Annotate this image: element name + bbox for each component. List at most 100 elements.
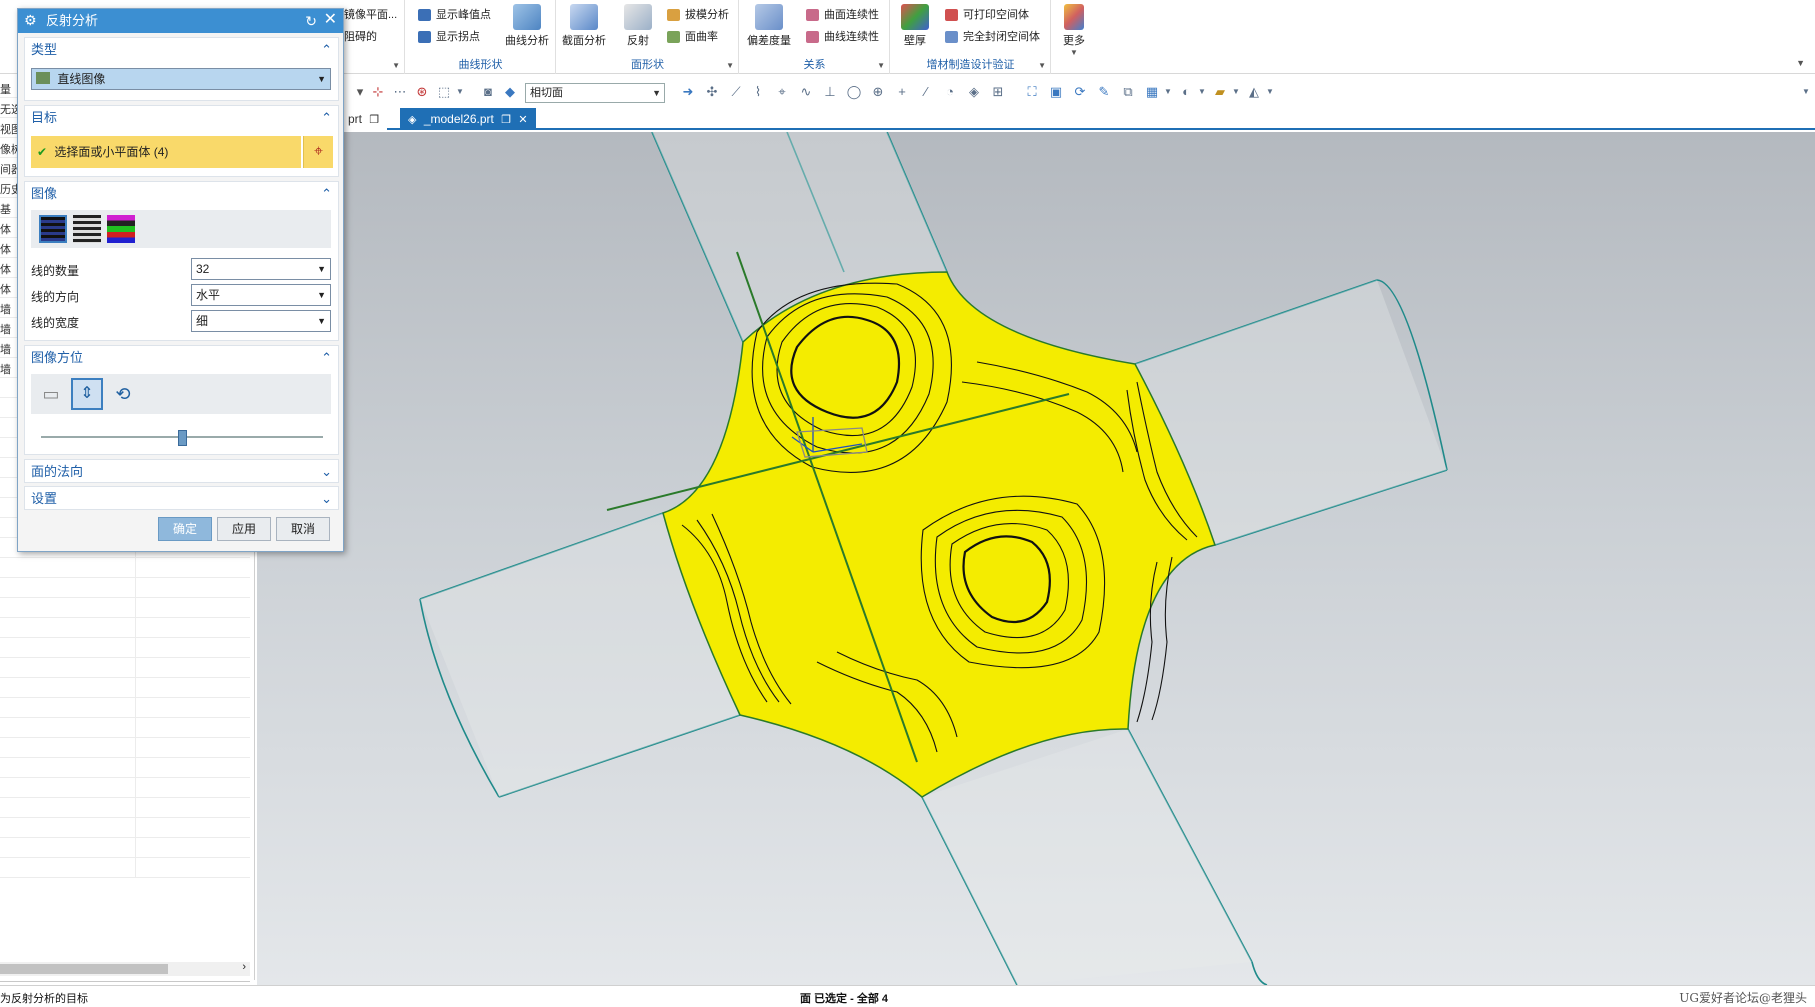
reflection-button[interactable]: 反射 [611, 4, 665, 48]
table-row[interactable] [0, 738, 250, 758]
display-mode-icon[interactable]: ◭ [1246, 84, 1262, 100]
scrollbar-thumb[interactable] [0, 964, 168, 974]
snap-line-icon[interactable]: ⟋ [728, 84, 744, 100]
line-width-select[interactable]: 细 ▼ [191, 310, 331, 332]
table-icon[interactable]: ▦ [1144, 84, 1160, 100]
section-image-header[interactable]: 图像 ⌃ [25, 182, 338, 206]
snap-point-icon[interactable]: ⌖ [774, 84, 790, 100]
table-row[interactable] [0, 678, 250, 698]
orientation-fixed-button[interactable]: ▭ [39, 382, 63, 406]
snap-wave-icon[interactable]: ∿ [798, 84, 814, 100]
snap-center-icon[interactable]: ⊕ [870, 84, 886, 100]
view-window-icon[interactable]: ▣ [1048, 84, 1064, 100]
snap-endpoint-icon[interactable]: ✣ [704, 84, 720, 100]
wall-thickness-button[interactable]: 壁厚 [891, 4, 939, 48]
surface-continuity-button[interactable]: 曲面连续性 [804, 6, 879, 24]
show-peak-points-button[interactable]: 显示峰值点 [416, 6, 491, 24]
snap-circle-icon[interactable]: ◯ [846, 84, 862, 100]
deviation-gauge-button[interactable]: 偏差度量 [740, 4, 798, 48]
snap-grid-icon[interactable]: ⊞ [990, 84, 1006, 100]
snap-perpendicular-icon[interactable]: ⊥ [822, 84, 838, 100]
table-row[interactable] [0, 858, 250, 878]
orientation-move-button[interactable]: ⇕ [71, 378, 103, 410]
table-row[interactable] [0, 638, 250, 658]
chevron-down-icon[interactable]: ▼ [1228, 84, 1244, 100]
tab-model26[interactable]: ◈ _model26.prt ❐ ✕ [400, 108, 536, 130]
color-lines-image-button[interactable] [107, 215, 135, 243]
dark-lines-image-button[interactable] [39, 215, 67, 243]
gear-icon[interactable]: ⚙ [24, 13, 39, 28]
table-row[interactable] [0, 658, 250, 678]
table-row[interactable] [0, 818, 250, 838]
section-face-normal-header[interactable]: 面的法向 ⌄ [25, 460, 338, 484]
solid-view-icon[interactable]: ◆ [502, 84, 518, 100]
orientation-slider[interactable] [41, 430, 323, 446]
snap-icon[interactable]: ⋯ [392, 84, 408, 100]
printable-volume-button[interactable]: 可打印空间体 [943, 6, 1029, 24]
section-settings-header[interactable]: 设置 ⌄ [25, 487, 338, 511]
chevron-down-icon[interactable]: ▼ [392, 61, 400, 70]
snap-cross-icon[interactable]: + [894, 84, 910, 100]
reset-icon[interactable]: ↻ [305, 12, 317, 30]
table-row[interactable] [0, 578, 250, 598]
color-icon[interactable]: ▰ [1212, 84, 1228, 100]
ribbon-collapse-icon[interactable]: ▼ [1796, 58, 1805, 68]
curve-continuity-button[interactable]: 曲线连续性 [804, 28, 879, 46]
curve-analysis-button[interactable]: 曲线分析 [500, 4, 554, 48]
shaded-view-icon[interactable]: ◙ [480, 84, 496, 100]
apply-button[interactable]: 应用 [217, 517, 271, 541]
more-button[interactable]: 更多 ▼ [1052, 4, 1096, 57]
chevron-down-icon[interactable]: ▼ [452, 84, 468, 100]
rectangle-select-icon[interactable]: ⬚ [436, 84, 452, 100]
section-analysis-button[interactable]: 截面分析 [557, 4, 611, 48]
table-row[interactable] [0, 558, 250, 578]
section-type-header[interactable]: 类型 ⌃ [25, 38, 338, 62]
chevron-right-icon[interactable]: › [242, 961, 246, 973]
orientation-rotate-button[interactable]: ⟲ [111, 382, 135, 406]
layer-icon[interactable]: ⧉ [1120, 84, 1136, 100]
close-icon[interactable]: ✕ [518, 114, 527, 126]
table-row[interactable] [0, 758, 250, 778]
chevron-down-icon[interactable]: ▼ [1262, 84, 1278, 100]
snap-arc-icon[interactable]: ◔ [942, 84, 958, 100]
chevron-down-icon[interactable]: ▼ [1194, 84, 1210, 100]
view-fit-icon[interactable]: ⛶ [1024, 84, 1040, 100]
table-row[interactable] [0, 838, 250, 858]
select-faces-row[interactable]: ✔ 选择面或小平面体 (4) [31, 136, 301, 168]
type-select[interactable]: 直线图像 ▼ [31, 68, 331, 90]
section-orientation-header[interactable]: 图像方位 ⌃ [25, 346, 338, 370]
table-row[interactable] [0, 778, 250, 798]
enclosed-volume-button[interactable]: 完全封闭空间体 [943, 28, 1040, 46]
bw-lines-image-button[interactable] [73, 215, 101, 243]
toolbar-options-icon[interactable]: ▼ [1798, 84, 1814, 100]
close-icon[interactable]: ✕ [324, 11, 337, 29]
snap-slash-icon[interactable]: ⁄ [918, 84, 934, 100]
slider-thumb[interactable] [178, 430, 187, 446]
draft-analysis-button[interactable]: 拔模分析 [665, 6, 729, 24]
filter-dropdown-icon[interactable]: ▾ [352, 84, 368, 100]
select-target-icon[interactable]: ⊛ [414, 84, 430, 100]
snap-curve-icon[interactable]: ⌇ [750, 84, 766, 100]
cancel-button[interactable]: 取消 [276, 517, 330, 541]
arrow-right-icon[interactable]: ➜ [680, 84, 696, 100]
section-target-header[interactable]: 目标 ⌃ [25, 106, 338, 130]
crosshair-select-button[interactable]: ⌖ [303, 136, 333, 168]
table-row[interactable] [0, 598, 250, 618]
table-row[interactable] [0, 718, 250, 738]
graphics-viewport[interactable]: X Y [257, 131, 1815, 1007]
dialog-title-bar[interactable]: ⚙ 反射分析 ↻ ✕ [18, 9, 343, 33]
face-curvature-button[interactable]: 面曲率 [665, 28, 718, 46]
chevron-down-icon[interactable]: ▼ [1160, 84, 1176, 100]
select-feature-icon[interactable]: ⊹ [370, 84, 386, 100]
brush-icon[interactable]: ✎ [1096, 84, 1112, 100]
rotate-icon[interactable]: ⟳ [1072, 84, 1088, 100]
horizontal-scrollbar[interactable]: › [0, 961, 250, 976]
line-count-select[interactable]: 32 ▼ [191, 258, 331, 280]
face-rule-select[interactable]: 相切面 ▼ [525, 83, 665, 103]
table-row[interactable] [0, 698, 250, 718]
line-direction-select[interactable]: 水平 ▼ [191, 284, 331, 306]
table-row[interactable] [0, 618, 250, 638]
table-row[interactable] [0, 798, 250, 818]
show-inflection-points-button[interactable]: 显示拐点 [416, 28, 480, 46]
ok-button[interactable]: 确定 [158, 517, 212, 541]
